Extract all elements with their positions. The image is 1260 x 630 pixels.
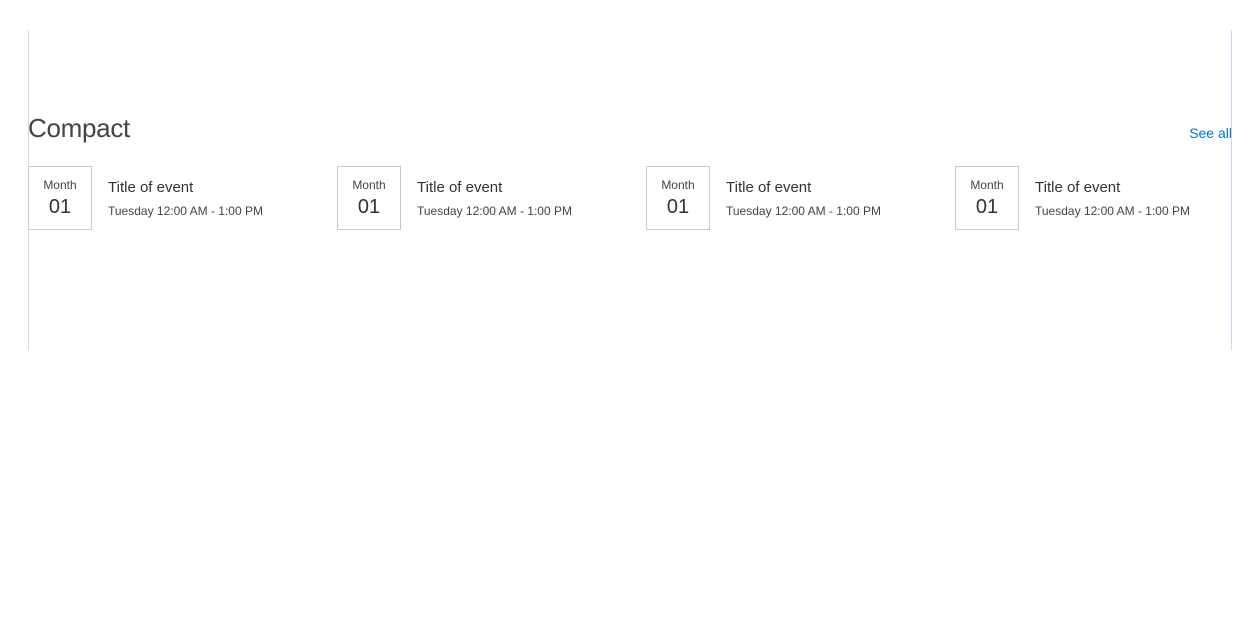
event-title[interactable]: Title of event xyxy=(417,178,502,198)
page-canvas: Compact See all Month 01 Title of event … xyxy=(0,0,1260,630)
section-title: Compact xyxy=(28,113,130,143)
date-box: Month 01 xyxy=(955,166,1019,230)
event-card[interactable]: Month 01 Title of event Tuesday 12:00 AM… xyxy=(337,166,627,230)
date-month: Month xyxy=(661,178,695,192)
date-day: 01 xyxy=(357,196,381,218)
event-card[interactable]: Month 01 Title of event Tuesday 12:00 AM… xyxy=(28,166,318,230)
event-card[interactable]: Month 01 Title of event Tuesday 12:00 AM… xyxy=(646,166,936,230)
date-month: Month xyxy=(970,178,1004,192)
event-title[interactable]: Title of event xyxy=(726,178,811,198)
date-month: Month xyxy=(352,178,386,192)
date-day: 01 xyxy=(666,196,690,218)
event-time: Tuesday 12:00 AM - 1:00 PM xyxy=(1035,204,1190,218)
date-box: Month 01 xyxy=(646,166,710,230)
date-month: Month xyxy=(43,178,77,192)
event-list: Month 01 Title of event Tuesday 12:00 AM… xyxy=(28,166,1232,230)
date-day: 01 xyxy=(48,196,72,218)
event-title[interactable]: Title of event xyxy=(108,178,193,198)
event-time: Tuesday 12:00 AM - 1:00 PM xyxy=(417,204,572,218)
event-time: Tuesday 12:00 AM - 1:00 PM xyxy=(108,204,263,218)
event-time: Tuesday 12:00 AM - 1:00 PM xyxy=(726,204,881,218)
events-web-part: Compact See all Month 01 Title of event … xyxy=(28,110,1232,230)
date-box: Month 01 xyxy=(337,166,401,230)
event-title[interactable]: Title of event xyxy=(1035,178,1120,198)
date-box: Month 01 xyxy=(28,166,92,230)
event-card[interactable]: Month 01 Title of event Tuesday 12:00 AM… xyxy=(955,166,1245,230)
date-day: 01 xyxy=(975,196,999,218)
see-all-link[interactable]: See all xyxy=(1189,124,1232,142)
section-header: Compact See all xyxy=(28,110,1232,150)
